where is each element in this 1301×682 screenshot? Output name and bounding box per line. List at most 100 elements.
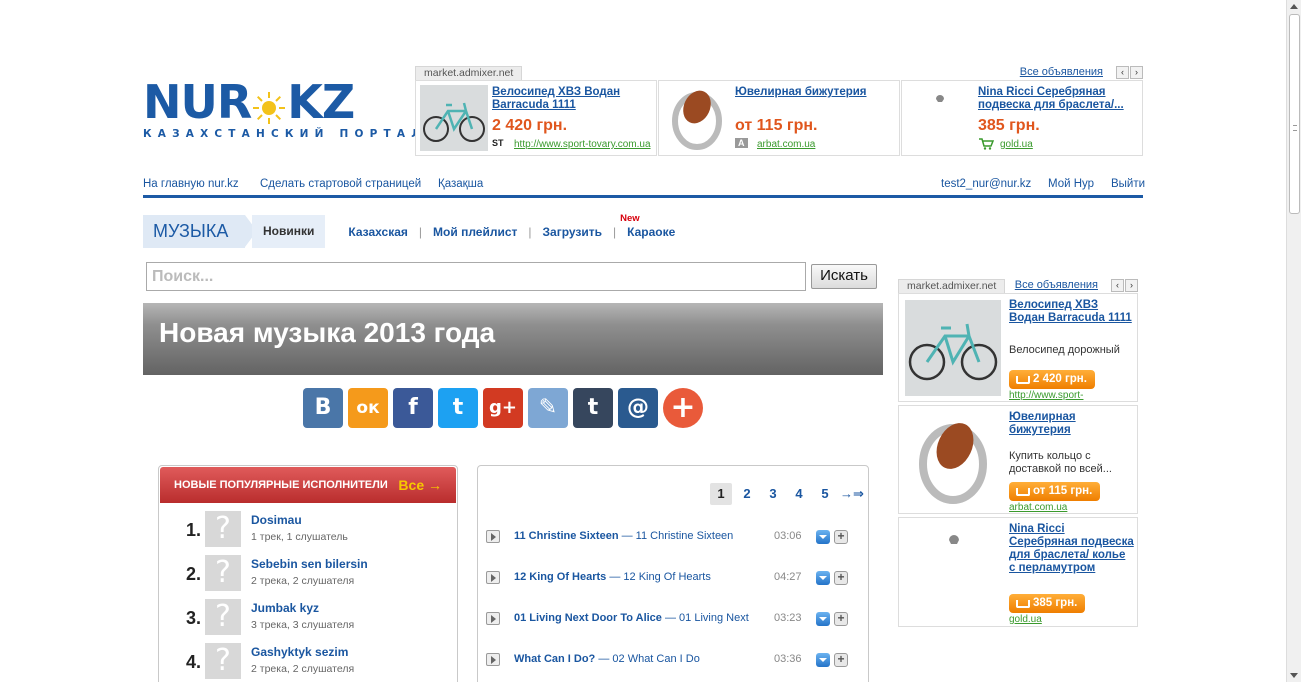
ad-item[interactable]: Велосипед ХВЗ Водан Barracuda 1111 Велос… [898, 293, 1138, 402]
google-plus-icon[interactable]: g+ [483, 388, 523, 428]
ad-price-button[interactable]: 385 грн. [1009, 594, 1086, 613]
avatar[interactable]: ? [205, 643, 241, 679]
play-icon[interactable] [486, 530, 500, 543]
download-icon[interactable] [816, 653, 830, 667]
odnoklassniki-icon[interactable]: ок [348, 388, 388, 428]
twitter-icon[interactable]: t [438, 388, 478, 428]
page-4[interactable]: 4 [788, 483, 810, 505]
track-link[interactable]: 11 Christine Sixteen — 11 Christine Sixt… [514, 530, 733, 542]
track-title: — 11 Christine Sixteen [621, 530, 734, 542]
scroll-down-arrow-icon[interactable] [1290, 673, 1298, 678]
vertical-scrollbar[interactable] [1286, 0, 1301, 682]
logout-link[interactable]: Выйти [1111, 178, 1145, 190]
download-icon[interactable] [816, 530, 830, 544]
download-icon[interactable] [816, 571, 830, 585]
play-icon[interactable] [486, 571, 500, 584]
ad-title[interactable]: Nina Ricci Серебряная подвеска для брасл… [978, 86, 1138, 112]
all-ads-link[interactable]: Все объявления [1020, 66, 1103, 78]
logo-tagline: КАЗАХСТАНСКИЙ ПОРТАЛ [143, 128, 427, 140]
page-3[interactable]: 3 [762, 483, 784, 505]
ad-title[interactable]: Ювелирная бижутерия [1009, 411, 1134, 437]
ad-title[interactable]: Ювелирная бижутерия [735, 86, 895, 99]
popular-all-link[interactable]: Все → [398, 477, 442, 493]
tab-upload[interactable]: Загрузить [532, 225, 613, 239]
ad-next-button[interactable]: › [1125, 279, 1138, 292]
ad-price-button[interactable]: от 115 грн. [1009, 482, 1101, 501]
scroll-up-arrow-icon[interactable] [1290, 4, 1298, 9]
ad-title[interactable]: Nina Ricci Серебряная подвеска для брасл… [1009, 523, 1134, 575]
make-start-page-link[interactable]: Сделать стартовой страницей [260, 178, 421, 190]
bicycle-image[interactable] [420, 85, 488, 151]
ad-item[interactable]: Nina Ricci Серебряная подвеска для брасл… [901, 80, 1143, 156]
page-2[interactable]: 2 [736, 483, 758, 505]
pendant-image[interactable] [906, 85, 974, 151]
page-1[interactable]: 1 [710, 483, 732, 505]
ad-item[interactable]: Ювелирная бижутерия Купить кольцо с дост… [898, 405, 1138, 514]
ad-title[interactable]: Велосипед ХВЗ Водан Barracuda 1111 [1009, 299, 1134, 325]
ad-source-link[interactable]: http://www.sport- [1009, 390, 1083, 401]
ad-price: от 115 грн. [735, 117, 818, 134]
add-to-playlist-icon[interactable]: + [834, 612, 848, 626]
tab-my-playlist[interactable]: Мой плейлист [422, 225, 528, 239]
ad-prev-button[interactable]: ‹ [1111, 279, 1124, 292]
play-icon[interactable] [486, 612, 500, 625]
ad-source-link[interactable]: gold.ua [1000, 139, 1033, 150]
add-to-playlist-icon[interactable]: + [834, 530, 848, 544]
ad-source-label: market.admixer.net [898, 279, 1006, 293]
ad-title[interactable]: Велосипед ХВЗ Водан Barracuda 1111 [492, 86, 652, 112]
add-to-playlist-icon[interactable]: + [834, 571, 848, 585]
ad-source-link[interactable]: gold.ua [1009, 614, 1042, 625]
popular-artists-header: НОВЫЕ ПОПУЛЯРНЫЕ ИСПОЛНИТЕЛИ Все → [160, 467, 456, 503]
mail-ru-icon[interactable]: @ [618, 388, 658, 428]
artist-link[interactable]: Jumbak kyz [251, 601, 319, 615]
all-ads-link[interactable]: Все объявления [1015, 279, 1098, 291]
artist-link[interactable]: Dosimau [251, 513, 302, 527]
tab-new[interactable]: Новинки [252, 215, 326, 248]
ad-next-button[interactable]: › [1130, 66, 1143, 79]
play-icon[interactable] [486, 653, 500, 666]
download-icon[interactable] [816, 612, 830, 626]
music-section-title[interactable]: МУЗЫКА [143, 215, 257, 248]
ad-item[interactable]: Nina Ricci Серебряная подвеска для брасл… [898, 517, 1138, 627]
ad-item[interactable]: Ювелирная бижутерия от 115 грн. A arbat.… [658, 80, 900, 156]
tumblr-icon[interactable]: t [573, 388, 613, 428]
my-nur-link[interactable]: Мой Нур [1048, 178, 1094, 190]
scroll-thumb[interactable] [1289, 14, 1300, 214]
avatar[interactable]: ? [205, 511, 241, 547]
track-duration: 03:36 [774, 653, 802, 665]
vk-icon[interactable]: В [303, 388, 343, 428]
search-input[interactable]: Поиск... [146, 262, 806, 291]
page-5[interactable]: 5 [814, 483, 836, 505]
facebook-icon[interactable]: f [393, 388, 433, 428]
add-to-playlist-icon[interactable]: + [834, 653, 848, 667]
track-link[interactable]: 12 King Of Hearts — 12 King Of Hearts [514, 571, 711, 583]
avatar[interactable]: ? [205, 555, 241, 591]
kazakh-language-link[interactable]: Қазақша [438, 178, 483, 190]
home-link[interactable]: На главную nur.kz [143, 178, 239, 190]
bicycle-image[interactable] [905, 300, 1001, 396]
ad-item[interactable]: Велосипед ХВЗ Водан Barracuda 1111 2 420… [415, 80, 657, 156]
user-email-link[interactable]: test2_nur@nur.kz [941, 178, 1031, 190]
livejournal-icon[interactable]: ✎ [528, 388, 568, 428]
track-artist: 12 King Of Hearts [514, 571, 607, 583]
avatar[interactable]: ? [205, 599, 241, 635]
artist-link[interactable]: Gashyktyk sezim [251, 645, 348, 659]
search-button[interactable]: Искать [811, 264, 877, 289]
next-page-arrow[interactable]: →⇒ [840, 486, 868, 502]
artist-link[interactable]: Sebebin sen bilersin [251, 557, 368, 571]
artist-meta: 3 трека, 3 слушателя [251, 619, 355, 631]
track-link[interactable]: What Can I Do? — 02 What Can I Do [514, 653, 700, 665]
ring-image[interactable] [905, 412, 1001, 508]
more-share-icon[interactable]: + [663, 388, 703, 428]
site-logo[interactable]: NUR KZ КАЗАХСТАНСКИЙ ПОРТАЛ [143, 78, 427, 144]
ad-source-link[interactable]: arbat.com.ua [757, 139, 815, 150]
tab-karaoke[interactable]: New Караоке [616, 213, 686, 239]
pendant-image[interactable] [905, 524, 1001, 620]
ad-source-link[interactable]: http://www.sport-tovary.com.ua [514, 139, 651, 150]
track-link[interactable]: 01 Living Next Door To Alice — 01 Living… [514, 612, 749, 624]
ad-prev-button[interactable]: ‹ [1116, 66, 1129, 79]
ring-image[interactable] [663, 85, 731, 151]
tab-kazakh[interactable]: Казахская [337, 225, 419, 239]
ad-price-button[interactable]: 2 420 грн. [1009, 370, 1095, 389]
ad-source-link[interactable]: arbat.com.ua [1009, 502, 1067, 513]
